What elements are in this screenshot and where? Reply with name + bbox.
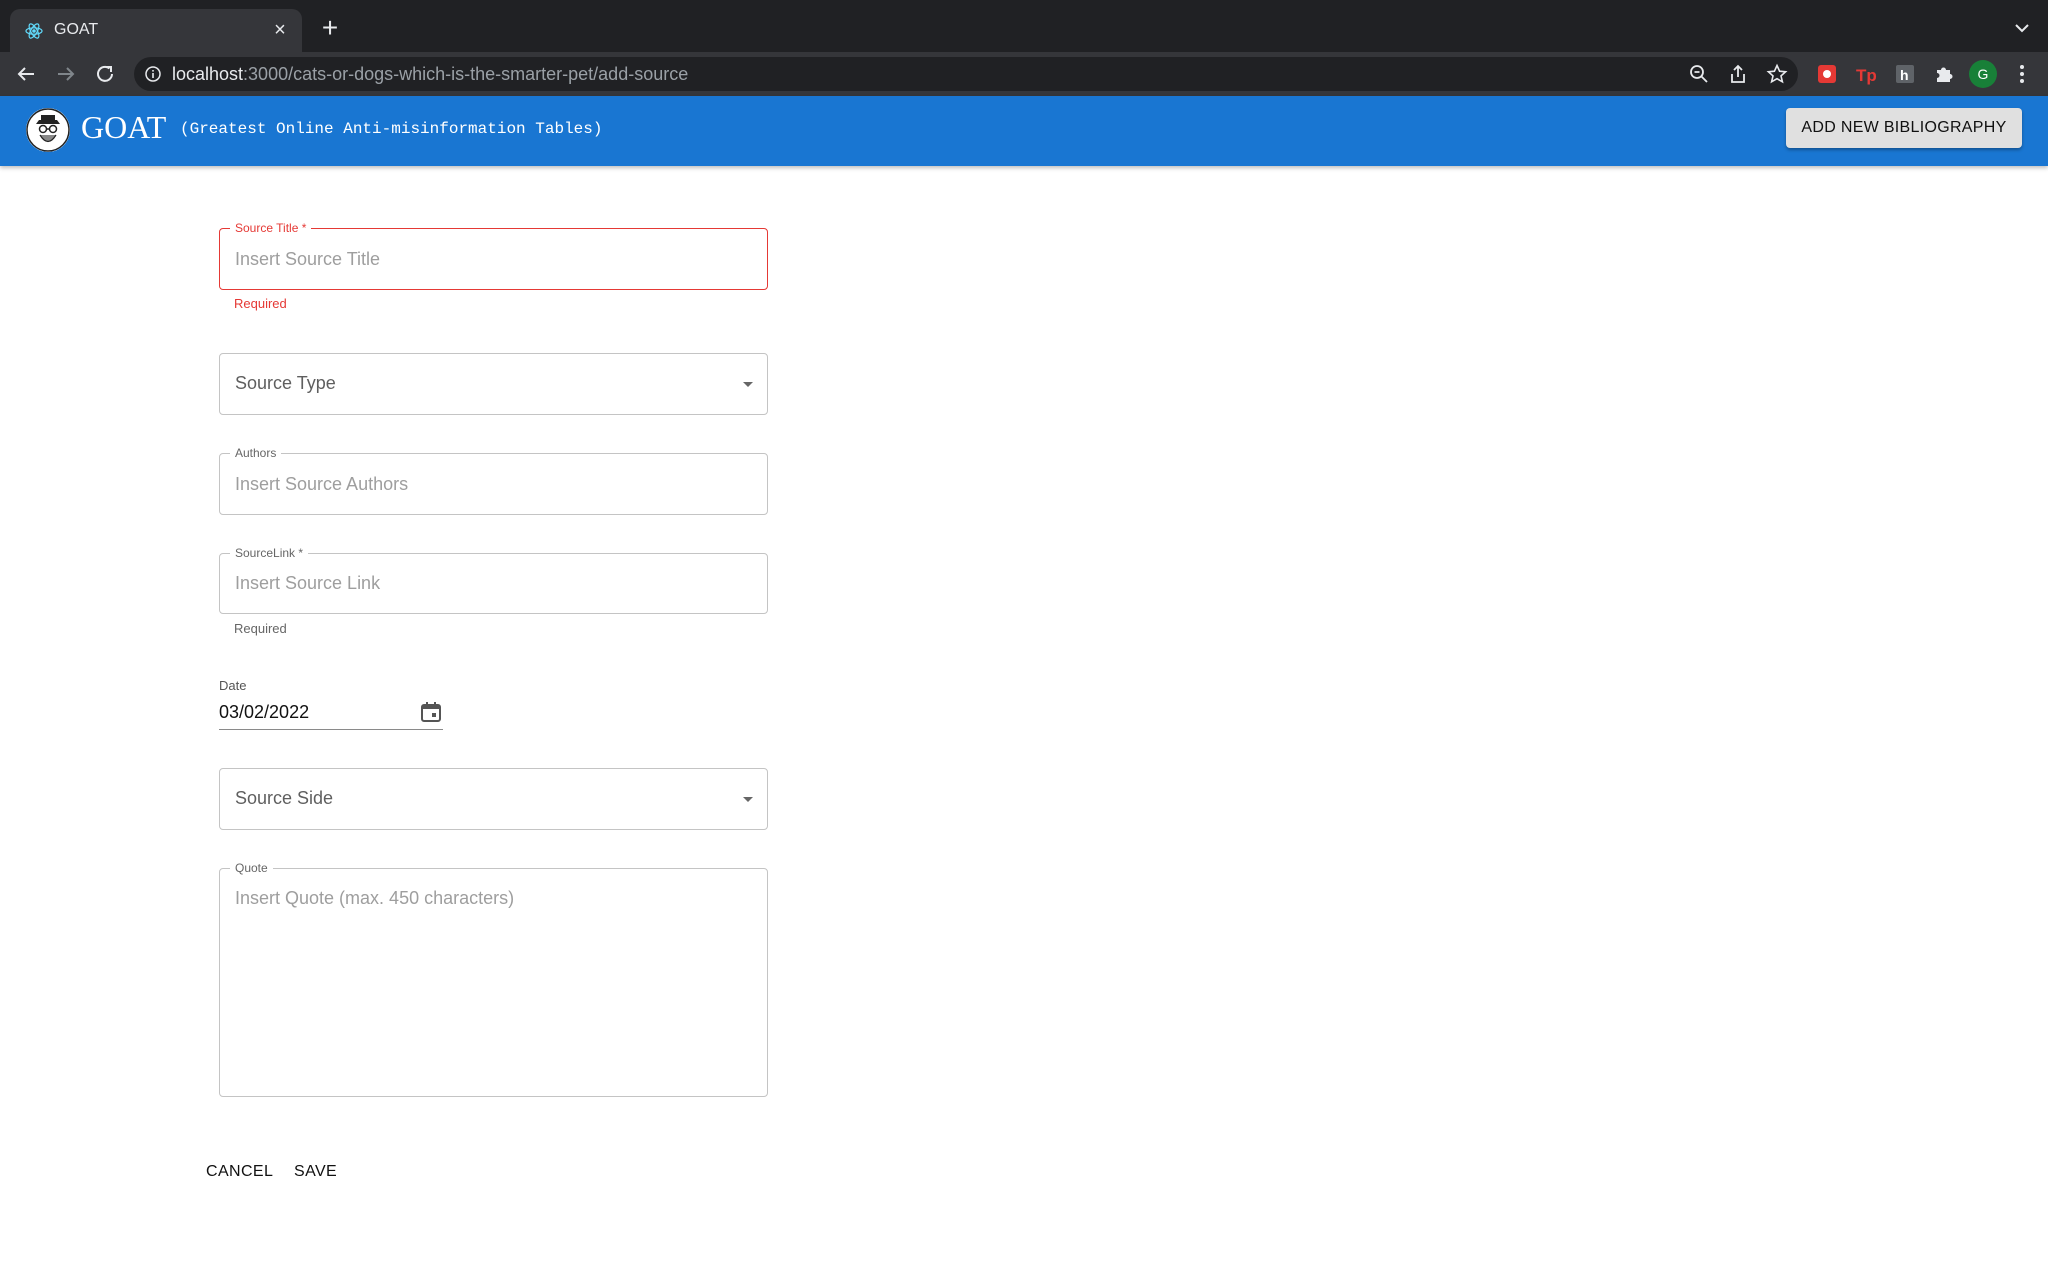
- source-title-helper-text: Required: [234, 296, 287, 311]
- tab-search-chevron-icon[interactable]: [2012, 18, 2032, 38]
- calendar-icon[interactable]: [419, 700, 443, 724]
- browser-tab[interactable]: GOAT ×: [10, 9, 302, 52]
- dropdown-caret-icon: [743, 382, 753, 387]
- save-button[interactable]: SAVE: [294, 1163, 337, 1181]
- source-title-field[interactable]: Source Title * Insert Source Title: [219, 221, 768, 290]
- extension-h-icon[interactable]: h: [1891, 60, 1919, 88]
- authors-placeholder: Insert Source Authors: [235, 474, 409, 494]
- source-side-select[interactable]: Source Side: [219, 768, 768, 830]
- extension-red-icon[interactable]: [1813, 60, 1841, 88]
- date-value: 03/02/2022: [219, 702, 310, 722]
- brand-title: GOAT: [81, 109, 167, 145]
- authors-label: Authors: [230, 446, 282, 460]
- source-link-label: SourceLink *: [230, 546, 309, 560]
- authors-field[interactable]: Authors Insert Source Authors: [219, 446, 768, 515]
- source-title-label: Source Title *: [230, 221, 312, 235]
- reload-icon[interactable]: [91, 60, 119, 88]
- extensions-puzzle-icon[interactable]: [1930, 60, 1958, 88]
- add-new-bibliography-button[interactable]: ADD NEW BIBLIOGRAPHY: [1786, 108, 2022, 148]
- svg-text:h: h: [1900, 67, 1909, 83]
- app-header: GOAT (Greatest Online Anti-misinformatio…: [0, 96, 2048, 166]
- brand-tagline: (Greatest Online Anti-misinformation Tab…: [180, 120, 603, 138]
- zoom-icon[interactable]: [1688, 63, 1710, 85]
- bookmark-star-icon[interactable]: [1766, 63, 1788, 85]
- url-host: localhost: [172, 64, 244, 84]
- site-info-icon[interactable]: [144, 65, 162, 83]
- quote-textarea[interactable]: Quote Insert Quote (max. 450 characters): [219, 861, 768, 1097]
- share-icon[interactable]: [1727, 63, 1749, 85]
- profile-avatar[interactable]: G: [1969, 60, 1997, 88]
- source-type-value: Source Type: [235, 373, 336, 393]
- back-arrow-icon[interactable]: [12, 60, 40, 88]
- url-path: :3000/cats-or-dogs-which-is-the-smarter-…: [243, 64, 689, 84]
- browser-toolbar: localhost:3000/cats-or-dogs-which-is-the…: [0, 52, 2048, 96]
- goat-logo-icon: [26, 108, 70, 152]
- new-tab-icon[interactable]: +: [316, 14, 344, 43]
- url-text[interactable]: localhost:3000/cats-or-dogs-which-is-the…: [172, 64, 688, 85]
- quote-label: Quote: [230, 861, 273, 875]
- close-tab-icon[interactable]: ×: [268, 18, 292, 42]
- cancel-button[interactable]: CANCEL: [206, 1163, 273, 1181]
- source-side-value: Source Side: [235, 788, 334, 808]
- browser-tab-strip: GOAT × +: [0, 0, 2048, 52]
- tab-title: GOAT: [54, 21, 99, 38]
- source-title-placeholder: Insert Source Title: [235, 249, 381, 269]
- source-type-select[interactable]: Source Type: [219, 353, 768, 415]
- quote-placeholder: Insert Quote (max. 450 characters): [235, 888, 515, 908]
- source-link-placeholder: Insert Source Link: [235, 573, 381, 593]
- source-link-field[interactable]: SourceLink * Insert Source Link: [219, 546, 768, 614]
- browser-menu-icon[interactable]: [2008, 60, 2036, 88]
- date-label: Date: [219, 678, 247, 693]
- source-link-helper-text: Required: [234, 621, 287, 636]
- react-favicon-icon: [25, 23, 43, 39]
- date-input[interactable]: 03/02/2022: [219, 700, 443, 730]
- dropdown-caret-icon: [743, 797, 753, 802]
- address-bar[interactable]: localhost:3000/cats-or-dogs-which-is-the…: [134, 57, 1798, 91]
- forward-arrow-icon[interactable]: [52, 60, 80, 88]
- extension-tp-icon[interactable]: Tp: [1852, 60, 1880, 88]
- svg-text:Tp: Tp: [1856, 66, 1877, 85]
